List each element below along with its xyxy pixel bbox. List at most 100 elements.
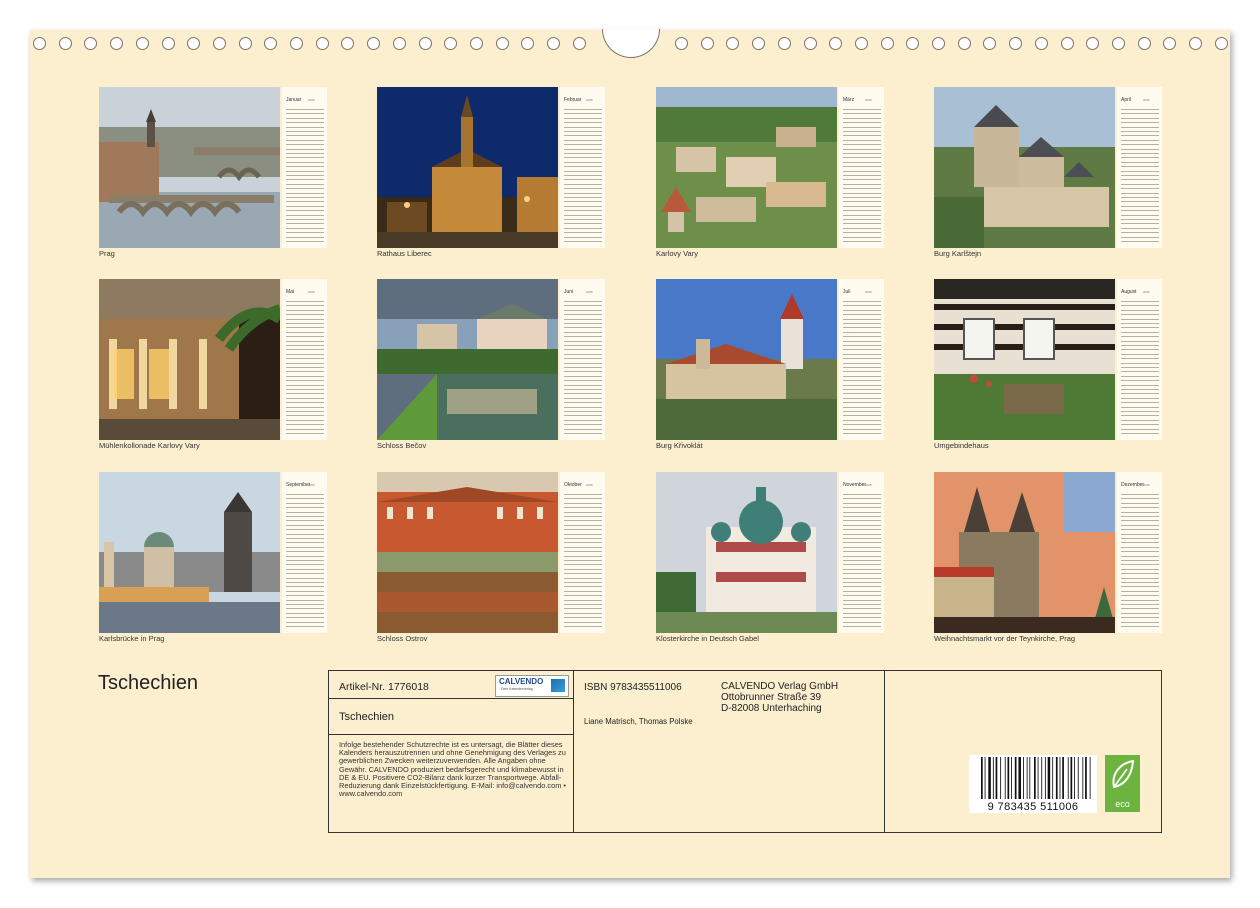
calvendo-logo: CALVENDO Dein Kalenderverlag <box>495 675 569 697</box>
day-line <box>1121 349 1159 351</box>
month-caption: Umgebindehaus <box>934 441 989 450</box>
day-line <box>843 397 881 399</box>
month-photo <box>377 87 558 248</box>
day-line <box>1121 621 1159 623</box>
day-line <box>286 582 324 583</box>
day-line <box>286 428 324 430</box>
calvendo-logo-text: CALVENDO <box>499 677 544 686</box>
month-name: Oktober <box>564 482 582 488</box>
day-line <box>1121 135 1159 137</box>
month-photo <box>656 87 837 248</box>
binding-hole <box>1009 37 1023 50</box>
day-line <box>843 192 881 194</box>
day-line <box>843 595 881 597</box>
month-tile: April 2025 Burg Karlštejn <box>934 87 1162 263</box>
binding-hole <box>264 37 278 50</box>
day-line <box>1121 608 1159 610</box>
month-name: Juni <box>564 289 574 295</box>
day-line <box>286 223 324 225</box>
day-line <box>1121 595 1159 597</box>
day-line <box>1121 367 1159 368</box>
day-line <box>286 542 324 544</box>
day-line <box>286 362 324 364</box>
binding-hole <box>110 37 124 50</box>
day-line <box>564 340 602 342</box>
day-line <box>286 577 324 579</box>
day-line <box>843 201 881 203</box>
day-line <box>1121 573 1159 575</box>
day-line <box>1121 406 1159 408</box>
binding-hole <box>315 37 329 50</box>
day-line <box>1121 192 1159 194</box>
day-line <box>564 551 602 553</box>
binding-hole <box>957 37 971 50</box>
month-name: April <box>1121 97 1132 103</box>
day-line <box>286 309 324 311</box>
day-line <box>286 314 324 316</box>
day-line <box>843 621 881 623</box>
month-calendar-panel: Dezember 2025 <box>1117 472 1162 633</box>
day-line <box>1121 590 1159 592</box>
day-line <box>843 371 881 373</box>
binding-hole <box>135 37 149 50</box>
day-line <box>286 109 324 110</box>
day-line <box>843 428 881 430</box>
day-line <box>1121 183 1159 185</box>
day-line <box>286 131 324 132</box>
month-year: 2025 <box>308 483 315 487</box>
month-calendar-panel: August 2025 <box>1117 279 1162 440</box>
month-photo <box>377 472 558 633</box>
day-line <box>843 327 881 329</box>
day-line <box>564 323 602 324</box>
day-line <box>1121 599 1159 601</box>
day-line <box>1121 533 1159 535</box>
calvendo-logo-tagline: Dein Kalenderverlag <box>501 687 533 691</box>
day-line <box>564 568 602 570</box>
day-line <box>843 349 881 351</box>
day-line <box>843 577 881 579</box>
month-name: Januar <box>286 97 302 103</box>
day-line <box>843 153 881 154</box>
month-calendar-panel: Oktober 2025 <box>560 472 605 633</box>
day-line <box>1121 170 1159 172</box>
day-line <box>843 568 881 570</box>
day-line <box>1121 153 1159 154</box>
day-line <box>286 214 324 216</box>
day-line <box>843 380 881 382</box>
day-line <box>843 318 881 320</box>
day-line <box>1121 227 1159 229</box>
binding-hole <box>1214 37 1228 50</box>
day-line <box>843 498 881 500</box>
day-line <box>1121 577 1159 579</box>
day-line <box>1121 502 1159 504</box>
day-line <box>564 626 602 627</box>
month-tile: Oktober 2025 Schloss Ostrov <box>377 472 605 648</box>
day-line <box>1121 340 1159 342</box>
article-number: Artikel-Nr. 1776018 <box>339 681 429 693</box>
day-line <box>843 586 881 588</box>
day-line <box>843 117 881 119</box>
day-line <box>286 340 324 342</box>
binding-hole <box>932 37 945 50</box>
day-line <box>1121 219 1159 220</box>
day-line <box>286 555 324 557</box>
day-line <box>843 626 881 627</box>
day-line <box>843 219 881 220</box>
day-line <box>564 617 602 619</box>
day-line <box>1121 327 1159 329</box>
month-calendar-panel: September 2025 <box>282 472 327 633</box>
day-line <box>564 411 602 412</box>
month-year: 2025 <box>865 290 872 294</box>
day-line <box>843 573 881 575</box>
day-line <box>564 415 602 417</box>
day-line <box>564 144 602 146</box>
day-line <box>1121 419 1159 421</box>
day-line <box>564 331 602 333</box>
day-line <box>286 117 324 119</box>
day-line <box>286 612 324 614</box>
legal-notice: Infolge bestehender Schutzrechte ist es … <box>339 740 566 799</box>
month-year: 2025 <box>1143 98 1150 102</box>
day-line <box>564 223 602 225</box>
day-line <box>1121 309 1159 311</box>
day-line <box>286 502 324 504</box>
